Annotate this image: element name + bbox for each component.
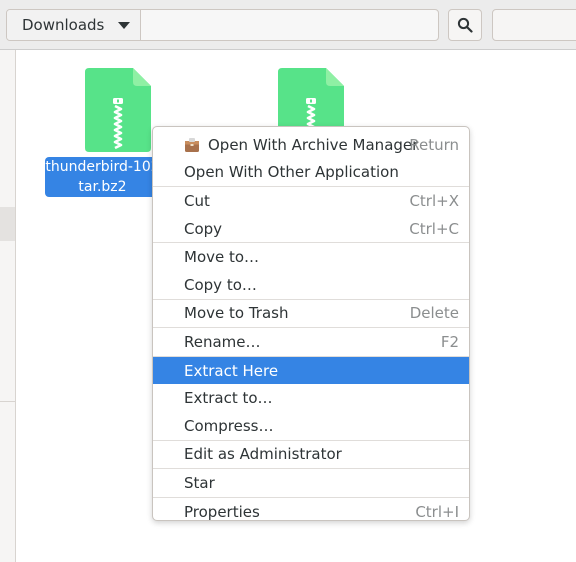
path-bar-empty bbox=[141, 10, 438, 40]
menu-item-open-with-archive-manager[interactable]: Open With Archive Manager Return bbox=[153, 131, 469, 159]
sidebar-separator bbox=[0, 401, 15, 402]
menu-item-label: Copy bbox=[184, 219, 223, 238]
path-button-downloads[interactable]: Downloads bbox=[7, 10, 142, 40]
menu-item-cut[interactable]: Cut Ctrl+X bbox=[153, 187, 469, 215]
menu-item-copy-to[interactable]: Copy to… bbox=[153, 271, 469, 299]
search-icon bbox=[457, 17, 473, 33]
menu-item-accel: Ctrl+X bbox=[409, 191, 459, 210]
menu-item-open-with-other-application[interactable]: Open With Other Application bbox=[153, 159, 469, 187]
menu-item-label: Extract to… bbox=[184, 389, 273, 408]
menu-item-extract-here[interactable]: Extract Here bbox=[153, 356, 469, 385]
menu-item-move-to[interactable]: Move to… bbox=[153, 243, 469, 271]
menu-item-accel: F2 bbox=[440, 332, 459, 351]
archive-manager-icon bbox=[185, 137, 199, 152]
menu-item-rename[interactable]: Rename… F2 bbox=[153, 328, 469, 356]
menu-item-accel: Ctrl+C bbox=[409, 219, 459, 238]
menu-item-accel: Delete bbox=[409, 304, 459, 323]
menu-item-properties[interactable]: Properties Ctrl+I bbox=[153, 498, 469, 526]
menu-item-label: Extract Here bbox=[184, 361, 279, 380]
menu-item-label: Move to… bbox=[184, 248, 260, 267]
sidebar-item-selected[interactable] bbox=[0, 207, 15, 241]
menu-item-accel: Ctrl+I bbox=[415, 502, 459, 521]
search-button[interactable] bbox=[448, 9, 482, 41]
menu-item-label: Edit as Administrator bbox=[184, 445, 342, 464]
menu-item-label: Cut bbox=[184, 191, 210, 210]
file-name-line2: tar.bz2 bbox=[78, 179, 127, 195]
file-manager-window: Downloads thunderbird-102 tar.bz2 Open W… bbox=[0, 0, 576, 562]
menu-item-compress[interactable]: Compress… bbox=[153, 412, 469, 440]
file-name-line1: thunderbird-102 bbox=[45, 159, 160, 175]
archive-file-icon bbox=[85, 68, 151, 152]
menu-item-move-to-trash[interactable]: Move to Trash Delete bbox=[153, 300, 469, 328]
view-options-button[interactable] bbox=[492, 9, 576, 41]
menu-item-label: Open With Other Application bbox=[184, 163, 399, 182]
menu-item-label: Rename… bbox=[184, 332, 261, 351]
menu-item-label: Copy to… bbox=[184, 275, 257, 294]
menu-item-edit-as-administrator[interactable]: Edit as Administrator bbox=[153, 441, 469, 469]
chevron-down-icon[interactable] bbox=[118, 21, 131, 29]
sidebar bbox=[0, 50, 16, 562]
menu-item-label: Star bbox=[184, 473, 215, 492]
context-menu: Open With Archive Manager Return Open Wi… bbox=[152, 126, 470, 521]
header-bar: Downloads bbox=[0, 0, 576, 50]
menu-item-copy[interactable]: Copy Ctrl+C bbox=[153, 215, 469, 243]
path-label: Downloads bbox=[22, 16, 105, 34]
menu-item-accel: Return bbox=[409, 135, 459, 154]
menu-item-label: Compress… bbox=[184, 416, 274, 435]
file-name-label[interactable]: thunderbird-102 tar.bz2 bbox=[45, 157, 160, 197]
menu-item-label: Move to Trash bbox=[184, 304, 289, 323]
menu-item-star[interactable]: Star bbox=[153, 469, 469, 497]
menu-item-label: Properties bbox=[184, 502, 260, 521]
path-bar: Downloads bbox=[6, 9, 439, 41]
menu-item-label: Open With Archive Manager bbox=[208, 135, 419, 154]
menu-item-extract-to[interactable]: Extract to… bbox=[153, 384, 469, 412]
